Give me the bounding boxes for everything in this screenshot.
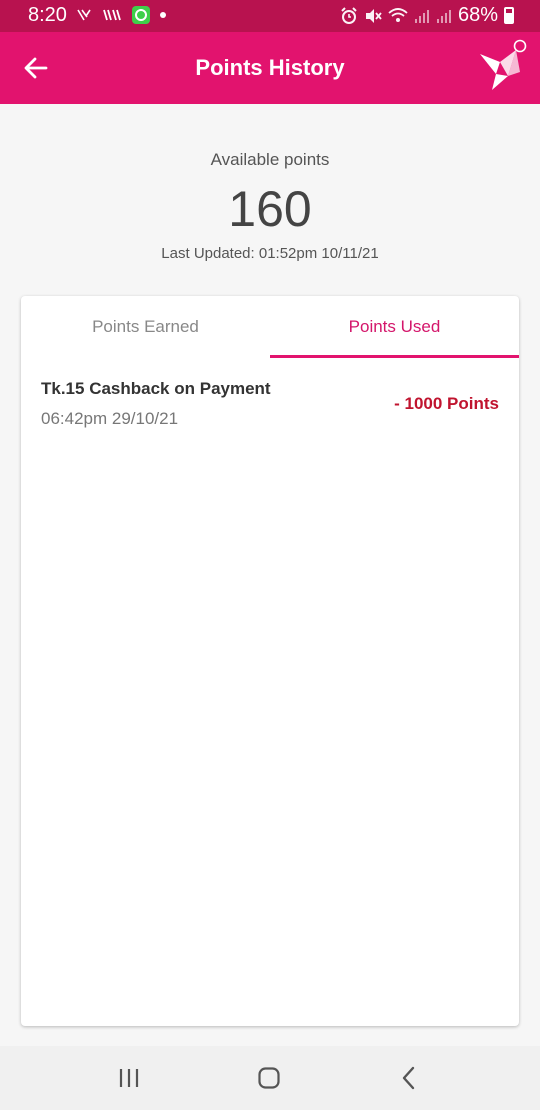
- origami-bird-logo: [480, 39, 527, 90]
- battery-icon: [504, 7, 514, 24]
- carrier-icon: [77, 9, 91, 21]
- signal-icon-2: [436, 9, 451, 23]
- history-item-points: - 1000 Points: [394, 394, 499, 413]
- app-bar: Points History: [0, 32, 540, 104]
- system-nav-bar: [0, 1046, 540, 1110]
- recent-apps-icon: [119, 1069, 139, 1087]
- home-icon: [258, 1067, 280, 1089]
- history-tabs: Points Earned Points Used: [21, 296, 519, 358]
- history-item-title: Tk.15 Cashback on Payment: [41, 379, 271, 398]
- signal-icon-1: [414, 9, 429, 23]
- tab-points-used[interactable]: Points Used: [270, 296, 519, 358]
- wifi-icon: [388, 7, 408, 22]
- recent-apps-button[interactable]: [109, 1060, 149, 1096]
- home-button[interactable]: [249, 1060, 289, 1096]
- last-updated-text: Last Updated: 01:52pm 10/11/21: [161, 245, 379, 262]
- history-list-item[interactable]: Tk.15 Cashback on Payment 06:42pm 29/10/…: [21, 358, 519, 438]
- tab-points-earned[interactable]: Points Earned: [21, 296, 270, 358]
- status-notification-icons: [76, 6, 166, 24]
- nav-back-button[interactable]: [389, 1060, 429, 1096]
- history-item-date: 06:42pm 29/10/21: [41, 409, 179, 428]
- points-summary: Available points 160 Last Updated: 01:52…: [0, 104, 540, 294]
- available-points-label: Available points: [210, 150, 330, 169]
- status-bar: 8:20 68%: [0, 0, 540, 32]
- signal-arrows-icon: [103, 9, 121, 21]
- alarm-icon: [341, 6, 357, 24]
- back-icon: [402, 1066, 415, 1090]
- available-points-value: 160: [228, 181, 312, 237]
- status-system-icons: 68%: [340, 4, 514, 27]
- mute-icon: [365, 8, 382, 23]
- page-title: Points History: [195, 55, 345, 80]
- more-notifications-icon: [160, 12, 166, 18]
- status-time: 8:20: [28, 4, 67, 26]
- app-notification-icon: [132, 6, 150, 24]
- battery-percent: 68%: [457, 4, 498, 26]
- points-history-card: Points Earned Points Used Tk.15 Cashback…: [21, 296, 519, 1026]
